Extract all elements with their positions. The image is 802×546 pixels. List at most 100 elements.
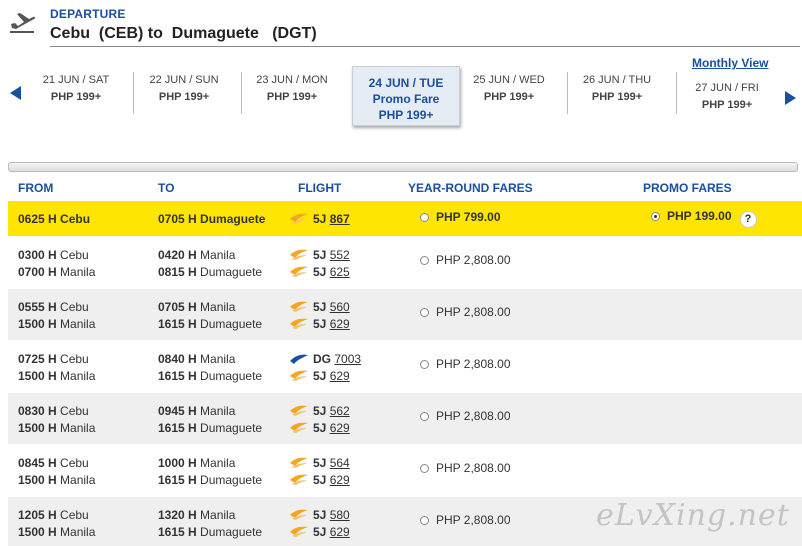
next-dates-arrow-icon[interactable]: [785, 91, 796, 105]
date-tab-date: 23 JUN / MON: [256, 74, 328, 86]
promo-fare-radio[interactable]: [651, 212, 660, 221]
year-round-fare-radio[interactable]: [420, 412, 429, 421]
depart-city: Manila: [60, 369, 96, 383]
date-tab-promo-note: Promo Fare: [372, 92, 440, 106]
arrive-time: 1615 H: [158, 369, 197, 383]
flight-number-link[interactable]: 867: [330, 212, 350, 226]
year-round-fare-radio[interactable]: [420, 256, 429, 265]
year-round-fare-radio[interactable]: [420, 464, 429, 473]
arrive-city: Dumaguete: [200, 317, 263, 331]
flight-number-link[interactable]: 629: [330, 473, 350, 487]
arrive-time: 1615 H: [158, 473, 197, 487]
arrive-time: 1615 H: [158, 421, 197, 435]
date-tab-22-jun[interactable]: 22 JUN / SUN PHP 199+: [130, 72, 238, 106]
depart-city: Manila: [60, 473, 96, 487]
year-round-fare: PHP 2,808.00: [436, 357, 511, 371]
depart-city: Manila: [60, 317, 96, 331]
cebu-pacific-logo-icon: [290, 405, 308, 416]
year-round-fare: PHP 799.00: [436, 210, 501, 224]
date-tab-24-jun-selected[interactable]: 24 JUN / TUE Promo Fare PHP 199+: [352, 66, 460, 126]
arrive-time: 1000 H: [158, 456, 197, 470]
date-tab-23-jun[interactable]: 23 JUN / MON PHP 199+: [238, 72, 346, 106]
depart-time: 0845 H: [18, 456, 57, 470]
help-icon[interactable]: ?: [739, 211, 757, 228]
table-row: 0845 H Cebu 1500 H Manila 1000 H Manila …: [8, 445, 802, 496]
arrive-city: Dumaguete: [200, 525, 263, 539]
table-row: 0300 H Cebu 0700 H Manila 0420 H Manila …: [8, 237, 802, 288]
flight-number-link[interactable]: 625: [330, 265, 350, 279]
horizontal-scrollbar[interactable]: [8, 162, 798, 172]
flight-number-link[interactable]: 629: [330, 525, 350, 539]
flight-number-link[interactable]: 560: [330, 300, 350, 314]
year-round-fare-radio[interactable]: [420, 360, 429, 369]
depart-time: 0725 H: [18, 352, 57, 366]
col-to: TO: [158, 181, 175, 195]
date-tab-25-jun[interactable]: 25 JUN / WED PHP 199+: [455, 72, 563, 106]
airline-code: 5J: [313, 300, 327, 314]
table-header: FROM TO FLIGHT YEAR-ROUND FARES PROMO FA…: [8, 176, 802, 200]
cebu-pacific-logo-icon: [290, 526, 308, 537]
watermark: eLvXing.net: [596, 498, 790, 533]
date-tab-price: PHP 199+: [483, 91, 535, 103]
flight-number-link[interactable]: 629: [330, 421, 350, 435]
table-row: 0830 H Cebu 1500 H Manila 0945 H Manila …: [8, 393, 802, 444]
depart-time: 1500 H: [18, 317, 57, 331]
depart-city: Cebu: [60, 508, 89, 522]
flight-number-link[interactable]: 7003: [334, 352, 361, 366]
date-tab-date: 25 JUN / WED: [473, 74, 545, 86]
flight-number-link[interactable]: 562: [330, 404, 350, 418]
depart-city: Manila: [60, 421, 96, 435]
arrive-time: 1615 H: [158, 525, 197, 539]
airline-code: 5J: [313, 248, 327, 262]
date-tab-27-jun[interactable]: 27 JUN / FRI PHP 199+: [673, 80, 781, 114]
year-round-fare-radio[interactable]: [420, 308, 429, 317]
depart-city: Cebu: [60, 248, 89, 262]
flight-number-link[interactable]: 629: [330, 369, 350, 383]
arrive-time: 1320 H: [158, 508, 197, 522]
header-divider: [50, 46, 800, 47]
depart-time: 0555 H: [18, 300, 57, 314]
table-row: 0725 H Cebu 1500 H Manila 0840 H Manila …: [8, 341, 802, 392]
cebu-pacific-logo-icon: [290, 213, 308, 224]
plane-departure-icon: [10, 13, 36, 33]
arrive-time: 1615 H: [158, 317, 197, 331]
depart-time: 1205 H: [18, 508, 57, 522]
monthly-view-link[interactable]: Monthly View: [692, 56, 768, 70]
header: DEPARTURE Cebu (CEB) to Dumaguete (DGT): [0, 0, 802, 48]
year-round-fare-radio[interactable]: [420, 516, 429, 525]
cebu-pacific-logo-icon: [290, 457, 308, 468]
arrive-time: 0815 H: [158, 265, 197, 279]
year-round-fare: PHP 2,808.00: [436, 305, 511, 319]
airline-code: DG: [313, 352, 331, 366]
flight-number-link[interactable]: 552: [330, 248, 350, 262]
cebu-pacific-logo-icon: [290, 509, 308, 520]
airline-code: 5J: [313, 404, 327, 418]
flight-number-link[interactable]: 564: [330, 456, 350, 470]
arrive-city: Dumaguete: [200, 265, 263, 279]
airline-code: 5J: [313, 265, 327, 279]
date-tab-26-jun[interactable]: 26 JUN / THU PHP 199+: [563, 72, 671, 106]
flight-number-link[interactable]: 580: [330, 508, 350, 522]
depart-time: 0830 H: [18, 404, 57, 418]
col-year-round-fares: YEAR-ROUND FARES: [408, 181, 533, 195]
depart-time: 0300 H: [18, 248, 57, 262]
depart-time: 1500 H: [18, 369, 57, 383]
arrive-city: Manila: [200, 300, 236, 314]
date-tab-date: 24 JUN / TUE: [368, 76, 444, 90]
flight-number-link[interactable]: 629: [330, 317, 350, 331]
date-tab-date: 27 JUN / FRI: [695, 82, 759, 94]
airline-code: 5J: [313, 473, 327, 487]
arrive-city: Manila: [200, 248, 236, 262]
promo-fare: PHP 199.00: [667, 209, 732, 223]
airline-code: 5J: [313, 456, 327, 470]
date-tab-21-jun[interactable]: 21 JUN / SAT PHP 199+: [22, 72, 130, 106]
prev-dates-arrow-icon[interactable]: [10, 86, 21, 100]
airline-code: 5J: [313, 421, 327, 435]
cebu-pacific-logo-icon: [290, 370, 308, 381]
year-round-fare-radio[interactable]: [420, 213, 429, 222]
table-row: 0625 H Cebu 0705 H Dumaguete 5J 867 PHP …: [8, 201, 802, 236]
date-tab-price: PHP 199+: [378, 108, 434, 122]
col-from: FROM: [18, 181, 54, 195]
arrive-city: Dumaguete: [200, 369, 263, 383]
depart-city: Cebu: [60, 456, 89, 470]
